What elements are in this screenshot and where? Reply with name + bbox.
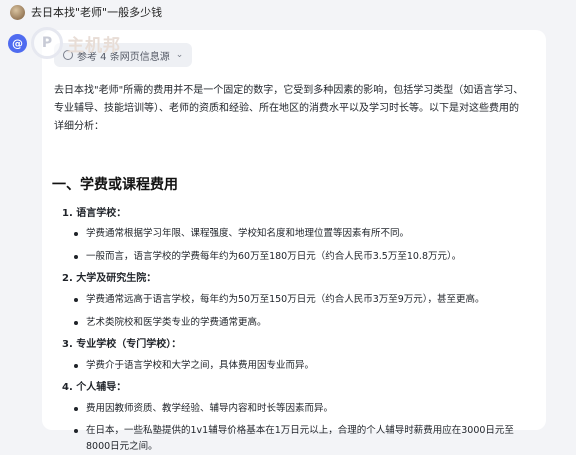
question-text: 去日本找"老师"一般多少钱 [31,6,163,19]
list-bullet: 费用因教师资质、教学经验、辅导内容和时长等因素而异。 [72,401,333,417]
list-item-heading: 2. 大学及研究生院： [62,273,157,284]
list-item-heading: 3. 专业学校（专门学校）： [62,339,182,350]
list-bullet: 在日本，一些私塾提供的1v1辅导价格基本在1万日元以上，合理的个人辅导时薪费用应… [72,423,516,455]
list-item-heading: 1. 语言学校： [62,208,127,219]
chevron-down-icon: ⌄ [175,50,184,60]
list-bullet: 艺术类院校和医学类专业的学费通常更高。 [72,315,267,331]
section-heading: 一、学费或课程费用 [52,177,178,193]
question-bar: 去日本找"老师"一般多少钱 [10,3,162,21]
watermark-text: 主机邦 [67,35,121,56]
list-bullet: 学费通常远高于语言学校，每年约为50万至150万日元（约合人民币3万至9万元），… [72,292,485,308]
answer-card: 参考 4 条网页信息源 ⌄ 去日本找"老师"所需的费用并不是一个固定的数字，它受… [42,30,546,452]
watermark: @ P 主机邦 [8,27,121,59]
list-bullet: 学费介于语言学校和大学之间，具体费用因专业而异。 [72,358,314,374]
intro-paragraph: 去日本找"老师"所需的费用并不是一个固定的数字，它受到多种因素的影响，包括学习类… [54,85,524,132]
assistant-icon: @ [8,33,27,53]
list-item-heading: 4. 个人辅导： [62,382,127,393]
watermark-logo-icon: P [31,27,63,59]
list-bullet: 学费通常根据学习年限、课程强度、学校知名度和地理位置等因素有所不同。 [72,226,409,242]
user-avatar [10,4,25,20]
list-bullet: 一般而言，语言学校的学费每年约为60万至180万日元（约合人民币3.5万至10.… [72,249,461,265]
